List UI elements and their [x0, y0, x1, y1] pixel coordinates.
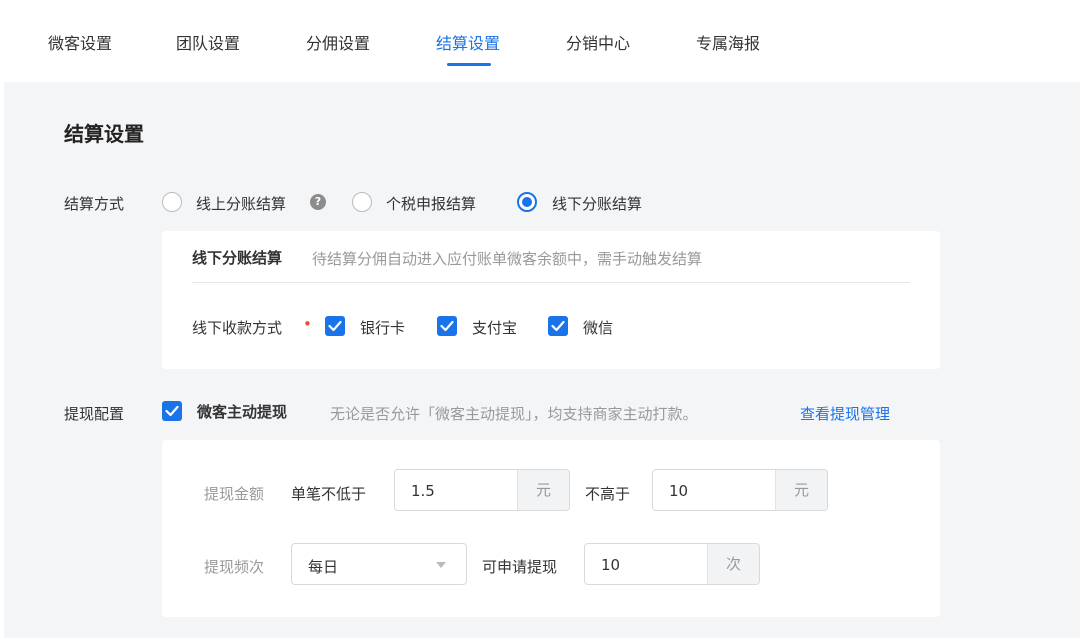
payment-method-label: 线下收款方式	[192, 319, 283, 337]
withdraw-note: 无论是否允许「微客主动提现」，均支持商家主动打款。	[330, 405, 698, 423]
check-icon	[551, 320, 565, 332]
withdraw-amount-label: 提现金额	[204, 485, 265, 503]
radio-offline-split[interactable]	[517, 192, 537, 212]
check-icon	[165, 405, 179, 417]
max-amount-input[interactable]: 10 元	[652, 469, 828, 511]
max-amount-value: 10	[669, 482, 689, 500]
checkbox-alipay[interactable]	[437, 316, 457, 336]
checkbox-bank-card[interactable]	[325, 316, 345, 336]
tab-team-settings[interactable]: 团队设置	[176, 30, 240, 54]
bank-card-label[interactable]: 银行卡	[360, 317, 405, 338]
wechat-label[interactable]: 微信	[583, 317, 613, 338]
radio-tax-declaration[interactable]	[352, 192, 372, 212]
offline-split-description: 待结算分佣自动进入应付账单微客余额中，需手动触发结算	[312, 250, 703, 268]
min-amount-input[interactable]: 1.5 元	[394, 469, 570, 511]
max-amount-label: 不高于	[585, 485, 631, 503]
radio-tax-declaration-label[interactable]: 个税申报结算	[386, 193, 476, 214]
check-icon	[328, 320, 342, 332]
alipay-label[interactable]: 支付宝	[472, 317, 517, 338]
request-count-value: 10	[601, 556, 621, 574]
radio-online-split-label[interactable]: 线上分账结算	[196, 193, 286, 214]
check-icon	[440, 320, 454, 332]
withdraw-panel: 提现金额 单笔不低于 1.5 元 不高于 10 元 提现频次 每日 可申请提现 …	[162, 440, 940, 617]
max-amount-unit: 元	[775, 470, 827, 510]
active-withdraw-label[interactable]: 微客主动提现	[197, 401, 287, 422]
offline-split-panel: 线下分账结算 待结算分佣自动进入应付账单微客余额中，需手动触发结算 线下收款方式…	[162, 231, 940, 369]
offline-split-title: 线下分账结算	[192, 249, 283, 267]
tab-distribution-center[interactable]: 分销中心	[566, 30, 630, 54]
frequency-period-value: 每日	[308, 558, 339, 576]
required-marker: •	[303, 315, 312, 333]
radio-offline-split-label[interactable]: 线下分账结算	[552, 193, 642, 214]
settlement-method-label: 结算方式	[64, 195, 125, 213]
frequency-period-select[interactable]: 每日	[291, 543, 467, 585]
request-count-input[interactable]: 10 次	[584, 543, 760, 585]
checkbox-wechat[interactable]	[548, 316, 568, 336]
tab-settlement-settings[interactable]: 结算设置	[436, 30, 500, 54]
divider	[192, 282, 910, 283]
view-withdraw-management-link[interactable]: 查看提现管理	[800, 403, 890, 424]
radio-online-split[interactable]	[162, 192, 182, 212]
checkbox-active-withdraw[interactable]	[162, 401, 182, 421]
chevron-down-icon	[436, 562, 446, 568]
withdraw-config-label: 提现配置	[64, 405, 125, 423]
min-amount-unit: 元	[517, 470, 569, 510]
top-tabs: 微客设置 团队设置 分佣设置 结算设置 分销中心 专属海报	[0, 0, 1080, 80]
active-tab-indicator	[447, 63, 491, 66]
request-count-label: 可申请提现	[482, 558, 558, 576]
tab-commission-settings[interactable]: 分佣设置	[306, 30, 370, 54]
tab-exclusive-poster[interactable]: 专属海报	[696, 30, 760, 54]
withdraw-frequency-label: 提现频次	[204, 558, 265, 576]
request-count-unit: 次	[707, 544, 759, 584]
page-title: 结算设置	[64, 122, 144, 146]
help-icon[interactable]: ?	[310, 194, 326, 210]
min-amount-label: 单笔不低于	[291, 485, 367, 503]
min-amount-value: 1.5	[411, 482, 435, 500]
tab-weike-settings[interactable]: 微客设置	[48, 30, 112, 54]
